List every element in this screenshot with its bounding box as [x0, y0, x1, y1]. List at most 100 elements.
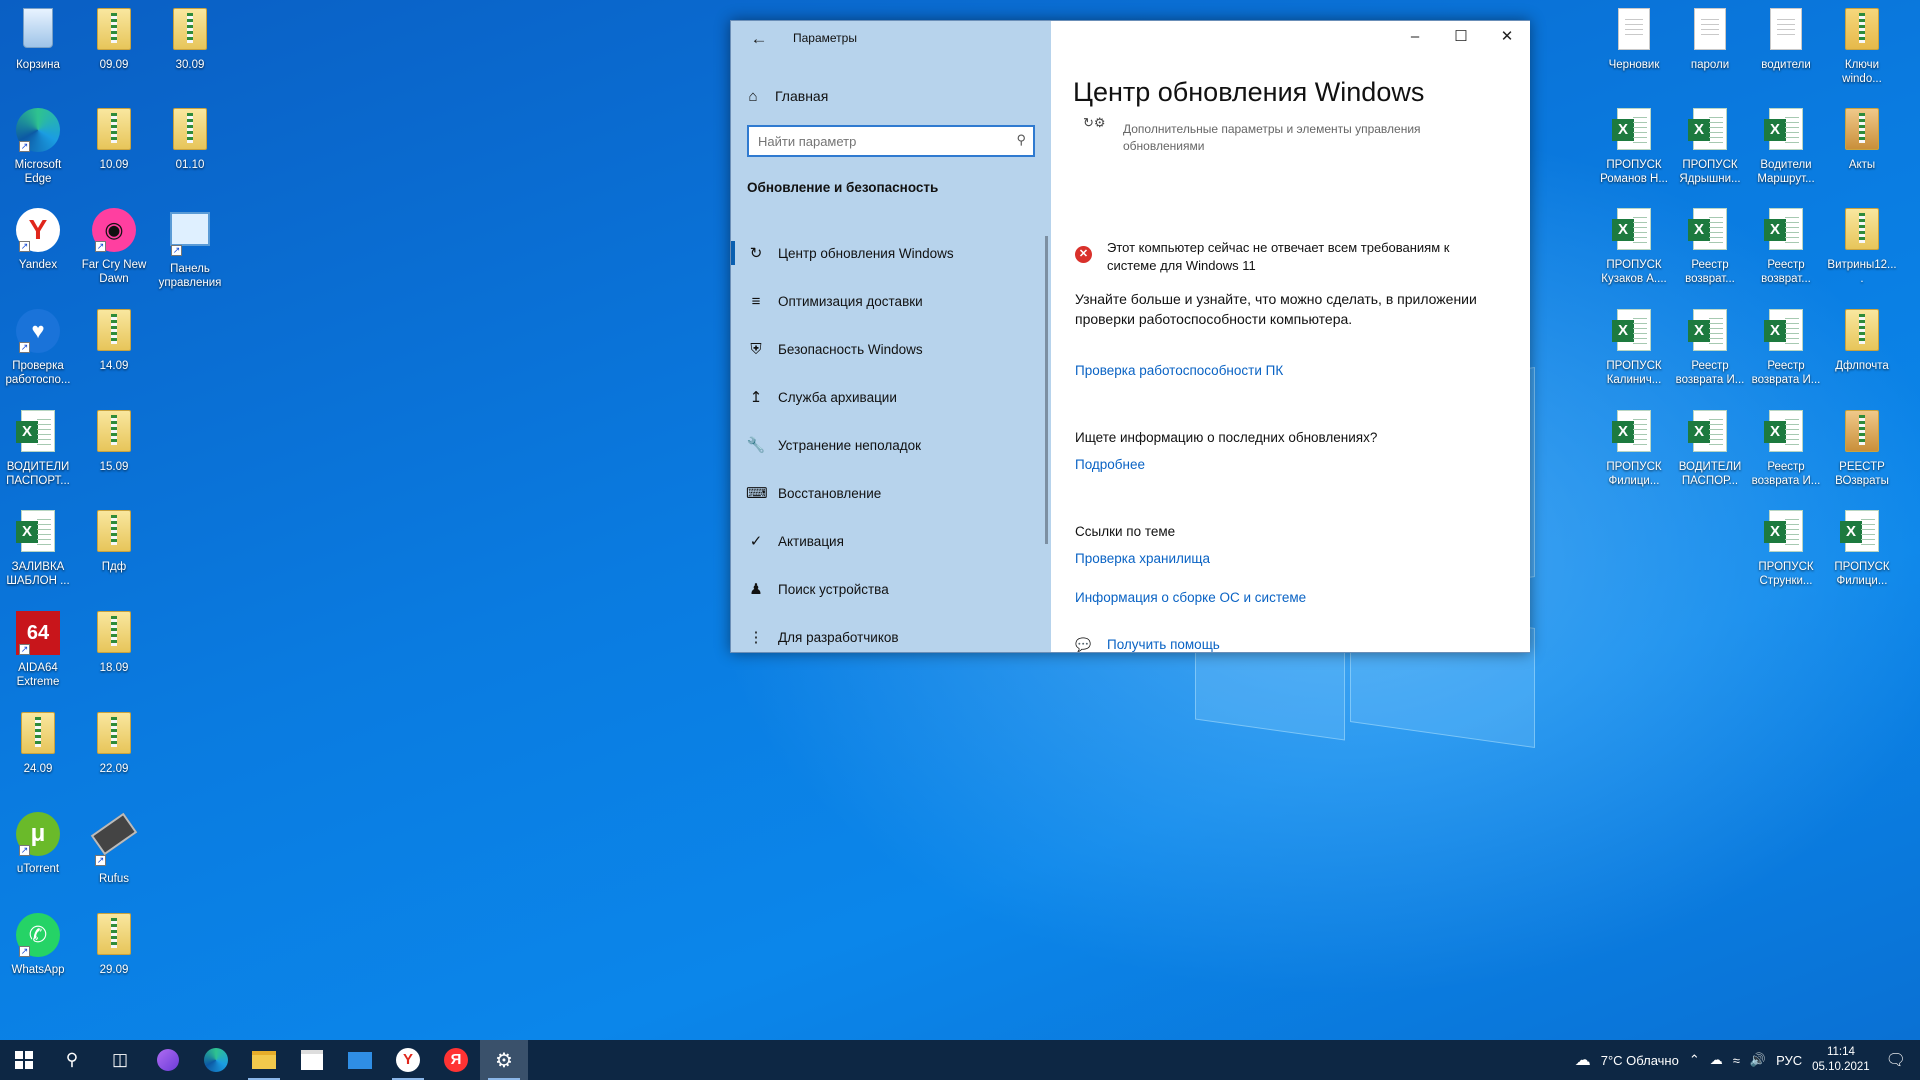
desktop-icon[interactable]: 01.10: [154, 108, 226, 200]
nav-item[interactable]: ↻ Центр обновления Windows: [731, 229, 1051, 277]
mail-taskbar-button[interactable]: [336, 1040, 384, 1080]
nav-item-label: Восстановление: [778, 485, 882, 501]
nav-item[interactable]: ✓ Активация: [731, 517, 1051, 565]
desktop-icon[interactable]: Дфлпочта: [1826, 309, 1898, 401]
desktop-icon[interactable]: X ЗАЛИВКА ШАБЛОН ...: [2, 510, 74, 602]
chevron-up-icon[interactable]: ⌃: [1689, 1052, 1700, 1068]
health-check-link[interactable]: Проверка работоспособности ПК: [1075, 363, 1283, 378]
advanced-options-text[interactable]: Дополнительные параметры и элементы упра…: [1123, 121, 1483, 155]
storage-check-link[interactable]: Проверка хранилища: [1075, 551, 1210, 566]
desktop-icon[interactable]: X ПРОПУСК Филици...: [1598, 410, 1670, 502]
store-taskbar-button[interactable]: [288, 1040, 336, 1080]
nav-item[interactable]: ⛨ Безопасность Windows: [731, 325, 1051, 373]
start-button[interactable]: [0, 1040, 48, 1080]
desktop-icon[interactable]: Корзина: [2, 8, 74, 100]
aida64-icon: 64 ↗: [15, 611, 61, 657]
nav-item[interactable]: ≡ Оптимизация доставки: [731, 277, 1051, 325]
nav-item[interactable]: ⌨ Восстановление: [731, 469, 1051, 517]
desktop-icon[interactable]: ◉ ↗ Far Cry New Dawn: [78, 208, 150, 300]
more-link[interactable]: Подробнее: [1075, 457, 1145, 472]
desktop-icon[interactable]: ✆ ↗ WhatsApp: [2, 913, 74, 1005]
desktop-icon-label: Акты: [1848, 159, 1876, 171]
desktop-icon[interactable]: X Реестр возврат...: [1674, 208, 1746, 300]
search-icon[interactable]: ⚲: [1016, 132, 1026, 148]
desktop-icon[interactable]: 18.09: [78, 611, 150, 703]
desktop-icon-label: uTorrent: [16, 863, 60, 875]
back-arrow-icon[interactable]: ←: [745, 26, 773, 52]
developer-icon: ⋮: [748, 629, 764, 646]
nav-item[interactable]: ⋮ Для разработчиков: [731, 613, 1051, 661]
desktop-icon[interactable]: ↗ Rufus: [78, 812, 150, 904]
desktop-icon[interactable]: Ключи windo...: [1826, 8, 1898, 100]
desktop-icon[interactable]: РЕЕСТР ВОзвраты: [1826, 410, 1898, 502]
language-indicator[interactable]: РУС: [1776, 1053, 1802, 1068]
volume-icon[interactable]: 🔊: [1750, 1052, 1766, 1068]
desktop-icon[interactable]: Витрины12....: [1826, 208, 1898, 300]
onedrive-icon[interactable]: ☁: [1710, 1052, 1723, 1068]
search-taskbar-button[interactable]: ⚲: [48, 1040, 96, 1080]
search-input[interactable]: [749, 127, 999, 155]
weather-widget[interactable]: 7°C Облачно: [1601, 1053, 1679, 1068]
desktop-icon-label: Rufus: [98, 873, 130, 885]
desktop-icon[interactable]: Черновик: [1598, 8, 1670, 100]
desktop-icon[interactable]: 22.09: [78, 712, 150, 804]
minimize-button[interactable]: –: [1392, 21, 1438, 53]
desktop-icon[interactable]: X ПРОПУСК Филици...: [1826, 510, 1898, 602]
desktop-icon[interactable]: X ВОДИТЕЛИ ПАСПОРТ...: [2, 410, 74, 502]
desktop-icon[interactable]: X ВОДИТЕЛИ ПАСПОР...: [1674, 410, 1746, 502]
maximize-button[interactable]: ☐: [1438, 21, 1484, 53]
alice-button[interactable]: [144, 1040, 192, 1080]
desktop-icon[interactable]: 64 ↗ AIDA64 Extreme: [2, 611, 74, 703]
desktop-icon[interactable]: Акты: [1826, 108, 1898, 200]
recycle-bin-icon: [15, 8, 61, 54]
desktop-icon-label: Витрины12....: [1827, 259, 1897, 285]
desktop-icon[interactable]: μ ↗ uTorrent: [2, 812, 74, 904]
os-info-link[interactable]: Информация о сборке ОС и системе: [1075, 590, 1306, 605]
yandex-browser-taskbar-button[interactable]: Y: [384, 1040, 432, 1080]
nav-item[interactable]: ♟ Поиск устройства: [731, 565, 1051, 613]
home-nav-item[interactable]: ⌂ Главная: [743, 83, 828, 109]
desktop-icon[interactable]: X ПРОПУСК Ядрышни...: [1674, 108, 1746, 200]
settings-taskbar-button[interactable]: ⚙: [480, 1040, 528, 1080]
yandex-icon: Я: [444, 1048, 468, 1072]
get-help-link[interactable]: Получить помощь: [1107, 637, 1220, 652]
desktop-icon[interactable]: X Водители Маршрут...: [1750, 108, 1822, 200]
desktop-icon[interactable]: X Реестр возврат...: [1750, 208, 1822, 300]
desktop-icon[interactable]: 14.09: [78, 309, 150, 401]
nav-item[interactable]: 🔧 Устранение неполадок: [731, 421, 1051, 469]
desktop-icon[interactable]: X Реестр возврата И...: [1750, 410, 1822, 502]
desktop-icon[interactable]: ♥ ↗ Проверка работоспо...: [2, 309, 74, 401]
network-icon[interactable]: ≈: [1733, 1053, 1740, 1068]
desktop-icon[interactable]: Y ↗ Yandex: [2, 208, 74, 300]
edge-taskbar-button[interactable]: [192, 1040, 240, 1080]
nav-item[interactable]: ↥ Служба архивации: [731, 373, 1051, 421]
desktop-icon[interactable]: 10.09: [78, 108, 150, 200]
desktop-icon[interactable]: 24.09: [2, 712, 74, 804]
desktop-icon[interactable]: X ПРОПУСК Калинич...: [1598, 309, 1670, 401]
yandex-taskbar-button[interactable]: Я: [432, 1040, 480, 1080]
excel-icon: X: [1763, 510, 1809, 556]
desktop-icon[interactable]: водители: [1750, 8, 1822, 100]
clock[interactable]: 11:14 05.10.2021: [1812, 1045, 1870, 1075]
desktop-icon[interactable]: ↗ Панель управления: [154, 208, 226, 300]
clock-time: 11:14: [1826, 1046, 1855, 1058]
desktop-icon[interactable]: 29.09: [78, 913, 150, 1005]
explorer-taskbar-button[interactable]: [240, 1040, 288, 1080]
desktop-icon[interactable]: X ПРОПУСК Струнки...: [1750, 510, 1822, 602]
excel-icon: X: [1611, 309, 1657, 355]
desktop-icon[interactable]: пароли: [1674, 8, 1746, 100]
desktop-icon[interactable]: X ПРОПУСК Романов Н...: [1598, 108, 1670, 200]
close-button[interactable]: ✕: [1484, 21, 1530, 53]
desktop-icon[interactable]: ↗ Microsoft Edge: [2, 108, 74, 200]
desktop-icon[interactable]: 30.09: [154, 8, 226, 100]
desktop-icon[interactable]: X Реестр возврата И...: [1674, 309, 1746, 401]
notifications-icon[interactable]: 🗨: [1886, 1050, 1906, 1070]
desktop-icon[interactable]: X ПРОПУСК Кузаков А....: [1598, 208, 1670, 300]
desktop-icon-label: Microsoft Edge: [14, 159, 62, 185]
desktop-icon[interactable]: 15.09: [78, 410, 150, 502]
desktop-icon[interactable]: 09.09: [78, 8, 150, 100]
sidebar-scrollbar[interactable]: [1045, 236, 1048, 544]
desktop-icon[interactable]: Пдф: [78, 510, 150, 602]
task-view-button[interactable]: ◫: [96, 1040, 144, 1080]
desktop-icon[interactable]: X Реестр возврата И...: [1750, 309, 1822, 401]
